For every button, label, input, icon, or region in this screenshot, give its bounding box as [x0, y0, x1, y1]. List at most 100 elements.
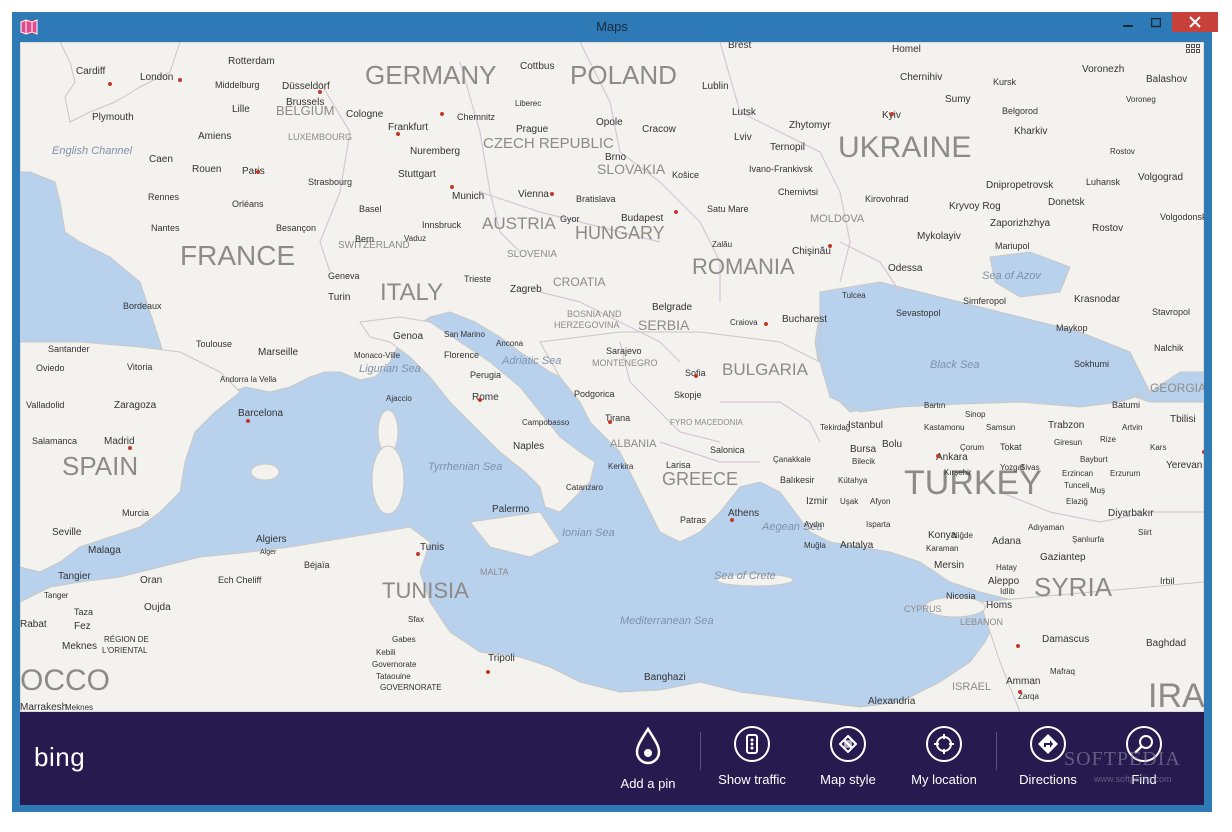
city-label: Aleppo: [988, 576, 1020, 587]
add-pin-button[interactable]: Add a pin: [600, 726, 696, 791]
map-style-label: Map style: [820, 772, 876, 787]
city-label: Krasnodar: [1074, 294, 1121, 305]
city-label: Volgograd: [1138, 172, 1183, 183]
country-label: TUNISIA: [382, 578, 469, 603]
city-label: Simferopol: [963, 296, 1006, 306]
city-label: Salamanca: [32, 436, 77, 446]
mallorca-island: [250, 463, 280, 481]
city-label: Chernihiv: [900, 72, 942, 83]
city-label: Bartın: [924, 401, 945, 410]
country-label: CROATIA: [553, 275, 605, 289]
city-label: Caen: [149, 154, 173, 165]
city-label: Budapest: [621, 213, 663, 224]
sea-label: Sea of Azov: [982, 270, 1042, 282]
city-label: Orléans: [232, 199, 264, 209]
my-location-button[interactable]: My location: [896, 726, 992, 787]
city-label: Monaco-Ville: [354, 351, 401, 360]
city-label: Gabes: [392, 635, 416, 644]
city-label: Aydın: [804, 520, 824, 529]
city-label: Munich: [452, 191, 484, 202]
city-label: Ivano-Frankivsk: [749, 164, 813, 174]
country-label: GEORGIA: [1150, 381, 1204, 395]
map-style-button[interactable]: Map style: [800, 726, 896, 787]
city-label: Tunis: [420, 542, 444, 553]
city-label: Madrid: [104, 436, 135, 447]
city-label: Tanger: [44, 591, 69, 600]
city-label: Donetsk: [1048, 197, 1086, 208]
city-label: Nuremberg: [410, 146, 460, 157]
minimize-button[interactable]: [1114, 12, 1142, 34]
country-label: MOLDOVA: [810, 213, 865, 225]
city-label: L'ORIENTAL: [102, 646, 148, 655]
city-label: Kırşehir: [944, 468, 972, 477]
country-label: POLAND: [570, 60, 677, 90]
city-label: GOVERNORATE: [380, 683, 442, 692]
city-label: Bucharest: [782, 314, 827, 325]
sea-label: Adriatic Sea: [501, 355, 561, 367]
city-label: Satu Mare: [707, 204, 749, 214]
city-label: Meknes: [62, 641, 97, 652]
city-label: Andorra la Vella: [220, 375, 277, 384]
title-bar[interactable]: Maps: [12, 12, 1218, 42]
city-label: Besançon: [276, 223, 316, 233]
city-label: Yerevan: [1166, 460, 1202, 471]
city-label: Hatay: [996, 563, 1017, 572]
city-label: Kastamonu: [924, 423, 964, 432]
city-label: Elaziğ: [1066, 497, 1088, 506]
city-label: Kharkiv: [1014, 126, 1047, 137]
city-label: Voroneg: [1126, 95, 1156, 104]
country-label: MALTA: [480, 567, 509, 577]
sicily-island: [469, 511, 561, 558]
city-label: Tripoli: [488, 653, 515, 664]
sea-label: English Channel: [52, 145, 133, 157]
city-label: Skopje: [674, 390, 702, 400]
city-label: Košice: [672, 170, 699, 180]
city-label: Kryvoy Rog: [949, 201, 1001, 212]
country-label: SERBIA: [638, 317, 690, 333]
city-label: Genoa: [393, 331, 423, 342]
city-label: Rouen: [192, 164, 221, 175]
city-label: Liberec: [515, 99, 541, 108]
show-traffic-button[interactable]: Show traffic: [704, 726, 800, 787]
city-label: Belgrade: [652, 302, 692, 313]
country-label: UKRAINE: [838, 131, 971, 164]
city-label: Kebili: [376, 648, 396, 657]
city-label: Giresun: [1054, 438, 1082, 447]
map-canvas[interactable]: GERMANY POLAND UKRAINE CZECH REPUBLIC SL…: [20, 42, 1204, 715]
city-label: Alger: [260, 549, 277, 556]
city-label: Frankfurt: [388, 122, 428, 133]
city-label: Nantes: [151, 223, 180, 233]
add-pin-label: Add a pin: [620, 776, 676, 791]
city-label: Chernivtsi: [778, 187, 818, 197]
city-label: Ankara: [936, 452, 968, 463]
close-button[interactable]: [1172, 12, 1218, 32]
city-label: Rennes: [148, 192, 180, 202]
maximize-button[interactable]: [1142, 12, 1170, 34]
country-label: HUNGARY: [575, 223, 665, 243]
city-label: Tokat: [1000, 442, 1022, 452]
city-label: Balıkesir: [780, 475, 815, 485]
city-label: Lviv: [734, 132, 752, 143]
city-label: Turin: [328, 292, 350, 303]
city-label: Isparta: [866, 520, 891, 529]
city-label: Mykolayiv: [917, 231, 961, 242]
country-label: GREECE: [662, 469, 738, 489]
city-label: Rome: [472, 392, 499, 403]
city-label: Lutsk: [732, 107, 757, 118]
city-label: Sivas: [1020, 463, 1040, 472]
country-label: SLOVENIA: [507, 249, 557, 260]
map-graphic[interactable]: GERMANY POLAND UKRAINE CZECH REPUBLIC SL…: [20, 42, 1204, 715]
city-label: Naples: [513, 441, 544, 452]
city-label: Brest: [728, 42, 752, 51]
city-label: Bursa: [850, 444, 877, 455]
city-label: Palermo: [492, 504, 530, 515]
city-label: Zaragoza: [114, 400, 157, 411]
city-label: Gaziantep: [1040, 552, 1086, 563]
city-label: Irbil: [1160, 576, 1175, 586]
city-label: Batumi: [1112, 400, 1140, 410]
city-label: Gyor: [560, 214, 580, 224]
city-label: Chişinău: [792, 246, 831, 257]
grid-toggle-icon[interactable]: [1186, 44, 1202, 56]
country-label: OCCO: [20, 664, 110, 697]
appbar-separator: [996, 732, 997, 770]
